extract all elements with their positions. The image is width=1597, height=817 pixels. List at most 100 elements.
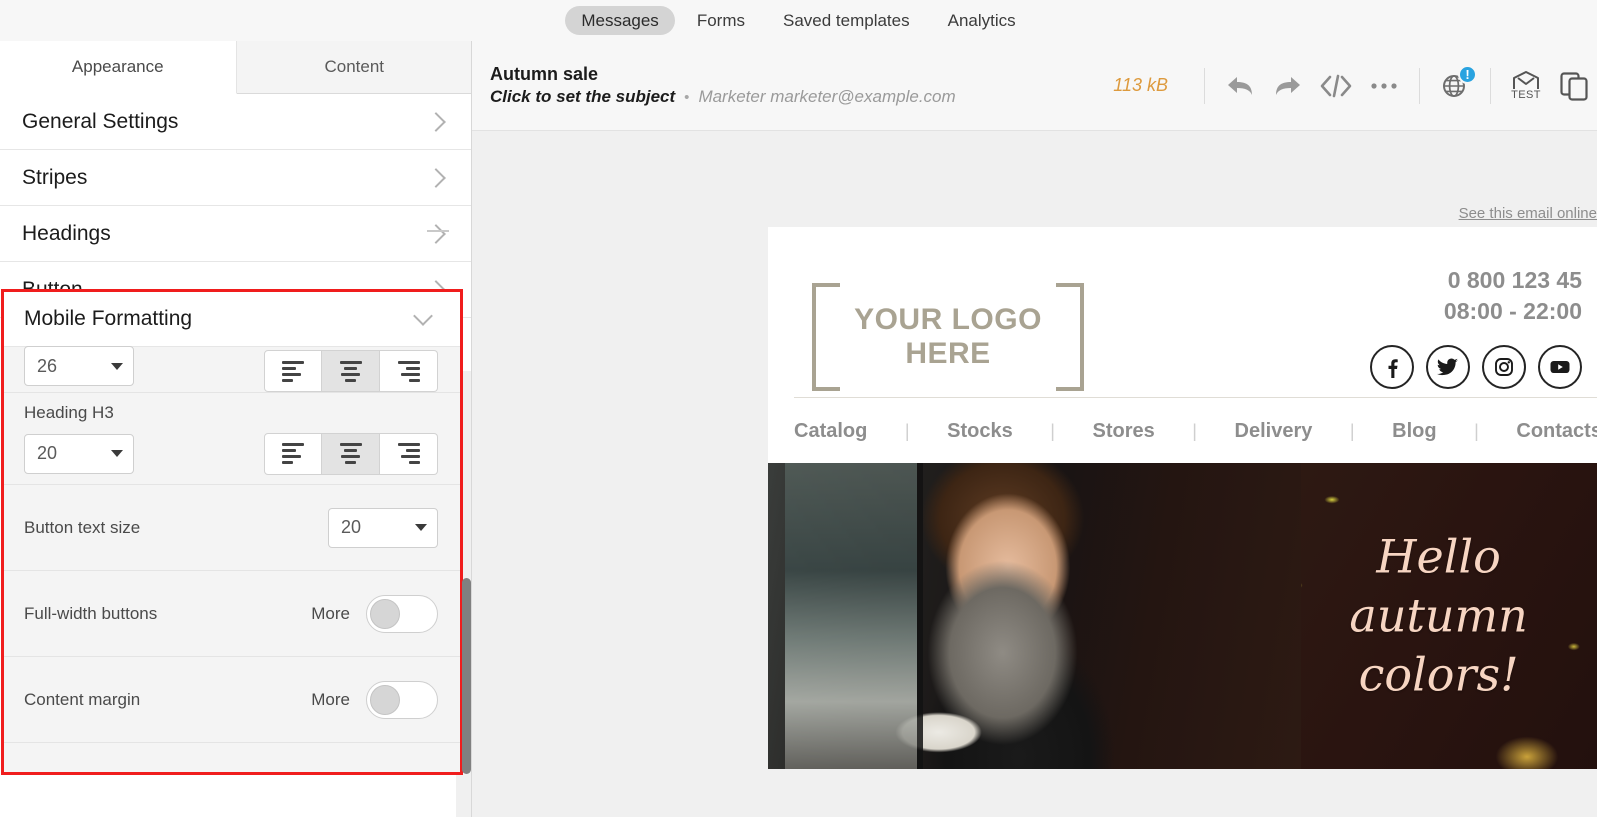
section-general-settings[interactable]: General Settings bbox=[0, 94, 471, 150]
language-button[interactable]: ! bbox=[1432, 63, 1478, 109]
button-text-size-select[interactable]: 20 bbox=[328, 507, 438, 548]
full-width-buttons-toggle[interactable] bbox=[366, 594, 438, 633]
drag-indicator bbox=[427, 230, 449, 232]
align-center-button[interactable] bbox=[322, 432, 380, 475]
email-size: 113 kB bbox=[1113, 75, 1168, 95]
hero-headline: Hello autumn colors! bbox=[1284, 528, 1594, 705]
email-subject-placeholder[interactable]: Click to set the subject bbox=[490, 86, 675, 109]
email-sender[interactable]: Marketer marketer@example.com bbox=[698, 86, 955, 109]
tab-saved-templates[interactable]: Saved templates bbox=[767, 6, 926, 35]
tab-appearance[interactable]: Appearance bbox=[0, 41, 237, 94]
nav-separator: | bbox=[1050, 421, 1055, 441]
toggle-knob bbox=[370, 598, 400, 629]
email-title-block: Autumn sale Click to set the subject • M… bbox=[490, 62, 956, 109]
email-nav-stores[interactable]: Stores bbox=[1093, 420, 1155, 443]
align-center-icon bbox=[339, 443, 362, 464]
hero-headline-line2: autumn bbox=[1349, 588, 1528, 643]
section-label: Headings bbox=[22, 221, 111, 245]
logo-placeholder[interactable]: YOUR LOGO HERE bbox=[812, 283, 1084, 391]
full-width-buttons-label: Full-width buttons bbox=[24, 603, 158, 623]
section-label: Mobile Formatting bbox=[24, 307, 193, 330]
align-center-button[interactable] bbox=[322, 350, 380, 392]
instagram-icon[interactable] bbox=[1482, 345, 1526, 390]
email-nav-delivery[interactable]: Delivery bbox=[1235, 420, 1313, 443]
redo-button[interactable] bbox=[1265, 63, 1311, 109]
logo-text: YOUR LOGO HERE bbox=[854, 303, 1042, 370]
tab-content[interactable]: Content bbox=[236, 41, 471, 94]
heading-h3-controls: 20 bbox=[24, 432, 438, 475]
section-headings[interactable]: Headings bbox=[0, 206, 471, 262]
working-hours: 08:00 - 22:00 bbox=[1443, 298, 1582, 325]
chevron-down-icon bbox=[413, 306, 433, 326]
top-navigation: Messages Forms Saved templates Analytics bbox=[0, 0, 1597, 41]
app-root: Messages Forms Saved templates Analytics… bbox=[0, 0, 1597, 817]
contact-block: 0 800 123 45 08:00 - 22:00 bbox=[1370, 265, 1588, 390]
align-left-button[interactable] bbox=[264, 350, 322, 392]
email-navigation: Catalog | Stocks | Stores | Delivery | B… bbox=[794, 397, 1597, 463]
setting-row-content-margin: Content margin More bbox=[4, 657, 460, 743]
twitter-icon[interactable] bbox=[1426, 345, 1470, 390]
heading-h3-size-select[interactable]: 20 bbox=[24, 433, 134, 474]
hero-banner[interactable]: Hello autumn colors! bbox=[768, 463, 1597, 769]
setting-row-heading-h2: 26 bbox=[4, 346, 460, 393]
chevron-down-icon bbox=[111, 450, 123, 457]
separator-dot: • bbox=[684, 88, 690, 106]
mobile-formatting-header[interactable]: Mobile Formatting bbox=[4, 292, 460, 347]
send-test-button[interactable]: TEST bbox=[1503, 63, 1549, 109]
section-stripes[interactable]: Stripes bbox=[0, 150, 471, 206]
align-left-button[interactable] bbox=[264, 432, 322, 475]
email-nav-blog[interactable]: Blog bbox=[1392, 420, 1436, 443]
font-size-select[interactable]: 26 bbox=[24, 346, 134, 386]
mobile-formatting-scroll-area: 26 Heading H3 20 Button text size 20 Ful… bbox=[4, 346, 460, 772]
email-nav-contacts[interactable]: Contacts bbox=[1516, 420, 1597, 443]
more-label: More bbox=[311, 689, 350, 709]
phone-number: 0 800 123 45 bbox=[1447, 267, 1582, 293]
align-right-icon bbox=[397, 443, 420, 464]
alignment-group bbox=[264, 350, 438, 392]
email-nav-catalog[interactable]: Catalog bbox=[794, 420, 867, 443]
align-center-icon bbox=[339, 360, 362, 382]
align-left-icon bbox=[282, 443, 304, 464]
alert-badge: ! bbox=[1458, 64, 1477, 84]
email-name[interactable]: Autumn sale bbox=[490, 62, 956, 86]
see-email-online-link[interactable]: See this email online bbox=[1459, 205, 1597, 222]
toggle-knob bbox=[370, 684, 400, 715]
heading-h3-size-value: 20 bbox=[37, 443, 58, 463]
nav-separator: | bbox=[904, 421, 910, 441]
chevron-right-icon bbox=[426, 223, 446, 244]
code-view-button[interactable] bbox=[1313, 63, 1359, 109]
tab-analytics[interactable]: Analytics bbox=[932, 6, 1032, 35]
heading-h3-label: Heading H3 bbox=[24, 402, 114, 422]
chevron-down-icon bbox=[111, 362, 123, 370]
toolbar-divider bbox=[1204, 67, 1205, 104]
email-template: YOUR LOGO HERE 0 800 123 45 08:00 - 22:0… bbox=[768, 227, 1597, 769]
hero-headline-line1: Hello bbox=[1376, 529, 1501, 584]
tab-messages[interactable]: Messages bbox=[565, 6, 675, 35]
setting-row-heading-h3: Heading H3 20 bbox=[4, 393, 460, 485]
tab-forms[interactable]: Forms bbox=[681, 6, 761, 35]
editor-toolbar: ! TEST bbox=[1194, 63, 1597, 109]
content-margin-control: More bbox=[311, 680, 438, 719]
undo-button[interactable] bbox=[1217, 63, 1263, 109]
email-nav-stocks[interactable]: Stocks bbox=[947, 420, 1013, 443]
full-width-buttons-control: More bbox=[311, 594, 438, 633]
email-canvas: See this email online YOUR LOGO HERE 0 8… bbox=[472, 131, 1597, 817]
setting-row-button-text-size: Button text size 20 bbox=[4, 485, 460, 571]
align-right-button[interactable] bbox=[380, 432, 438, 475]
section-label: General Settings bbox=[22, 109, 179, 133]
panel-scrollbar-thumb[interactable] bbox=[462, 578, 471, 774]
align-right-button[interactable] bbox=[380, 350, 438, 392]
section-mobile-formatting: Mobile Formatting 26 Heading H3 20 Butto… bbox=[1, 289, 463, 775]
nav-separator: | bbox=[1192, 421, 1197, 441]
test-label: TEST bbox=[1511, 88, 1541, 101]
nav-separator: | bbox=[1474, 421, 1479, 441]
button-text-size-label: Button text size bbox=[24, 517, 141, 537]
email-subject-row: Click to set the subject • Marketer mark… bbox=[490, 86, 956, 109]
youtube-icon[interactable] bbox=[1538, 345, 1582, 390]
more-options-button[interactable] bbox=[1361, 63, 1407, 109]
social-links bbox=[1370, 345, 1582, 390]
facebook-icon[interactable] bbox=[1370, 345, 1414, 390]
font-size-value: 26 bbox=[37, 355, 58, 376]
duplicate-button[interactable] bbox=[1551, 63, 1597, 109]
content-margin-toggle[interactable] bbox=[366, 680, 438, 719]
